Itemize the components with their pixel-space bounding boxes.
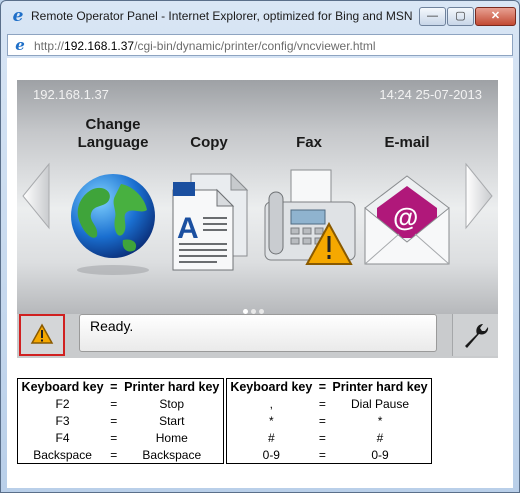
table-row: * = * [227, 413, 432, 430]
table-cell: = [110, 431, 118, 445]
scroll-left-arrow-icon[interactable] [21, 162, 51, 230]
table-row: , = Dial Pause [227, 396, 432, 413]
table-cell: Stop [159, 397, 185, 411]
status-message: Ready. [90, 318, 134, 334]
table-cell: Start [159, 414, 185, 428]
tile-email-label: E-mail [384, 134, 430, 151]
email-envelope-icon: @ [364, 175, 450, 265]
column-header: Printer hard key [332, 380, 428, 395]
table-cell: # [267, 431, 275, 445]
tile-copy[interactable]: Copy A [159, 116, 259, 286]
fax-machine-icon [264, 169, 356, 265]
address-path: /cgi-bin/dynamic/printer/config/vncviewe… [134, 39, 376, 53]
table-row: F3 = Start [18, 413, 224, 430]
table-cell: * [377, 414, 383, 428]
key-table-right: Keyboard key = Printer hard key , = Dial… [226, 378, 432, 464]
table-cell: 0-9 [262, 447, 280, 462]
operator-panel-screen: 192.168.1.37 14:24 25-07-2013 Change Lan… [17, 80, 498, 314]
table-cell: F2 [55, 397, 70, 411]
column-header: Keyboard key [230, 380, 313, 395]
table-cell: F3 [55, 414, 70, 428]
table-cell: * [268, 414, 274, 428]
column-header: Keyboard key [21, 380, 104, 395]
internet-explorer-icon: e [12, 6, 24, 26]
address-host: 192.168.1.37 [64, 39, 135, 53]
table-cell: = [110, 447, 118, 462]
globe-icon [71, 174, 155, 275]
key-table-left: Keyboard key = Printer hard key F2 = Sto… [17, 378, 224, 464]
table-header-row: Keyboard key = Printer hard key [227, 379, 432, 396]
panel-ip-address: 192.168.1.37 [33, 87, 109, 102]
table-cell: = [318, 414, 326, 428]
warning-triangle-icon [30, 323, 54, 344]
table-cell: , [269, 397, 273, 411]
scroll-right-arrow-icon[interactable] [464, 162, 494, 230]
wrench-icon [465, 324, 489, 348]
table-cell: 0-9 [371, 447, 389, 462]
table-cell: Dial Pause [351, 397, 410, 411]
table-row: 0-9 = 0-9 [227, 447, 432, 464]
column-header: = [318, 380, 326, 395]
tile-fax[interactable]: Fax [259, 116, 359, 286]
table-cell: # [376, 431, 384, 445]
table-cell: Backspace [33, 447, 92, 462]
alert-button[interactable] [19, 314, 65, 356]
table-cell: F4 [55, 431, 70, 445]
tile-copy-label: Copy [190, 134, 228, 151]
minimize-button[interactable]: — [419, 7, 446, 26]
internet-explorer-page-icon: e [15, 36, 25, 54]
page-content: 192.168.1.37 14:24 25-07-2013 Change Lan… [7, 58, 513, 488]
status-row: Ready. [17, 314, 498, 358]
status-message-box: Ready. [79, 314, 437, 352]
address-bar[interactable]: e http://192.168.1.37/cgi-bin/dynamic/pr… [7, 34, 513, 56]
table-row: F4 = Home [18, 430, 224, 447]
window-title: Remote Operator Panel - Internet Explore… [31, 9, 413, 23]
tile-fax-label: Fax [296, 134, 322, 151]
browser-window: e Remote Operator Panel - Internet Explo… [0, 0, 520, 493]
tile-change-language-label: Change Language [77, 116, 149, 151]
table-cell: = [318, 397, 326, 411]
settings-button[interactable] [452, 314, 498, 356]
table-cell: = [318, 431, 326, 445]
tile-email[interactable]: E-mail @ [357, 116, 457, 286]
table-row: # = # [227, 430, 432, 447]
table-row: F2 = Stop [18, 396, 224, 413]
title-bar[interactable]: e Remote Operator Panel - Internet Explo… [1, 1, 519, 33]
address-scheme: http:// [34, 39, 65, 53]
copy-document-icon: A [172, 172, 249, 271]
column-header: = [110, 380, 118, 395]
table-cell: Home [155, 431, 188, 445]
svg-text:@: @ [393, 202, 418, 232]
column-header: Printer hard key [124, 380, 220, 395]
panel-datetime: 14:24 25-07-2013 [379, 87, 482, 102]
maximize-button[interactable]: ▢ [447, 7, 474, 26]
table-header-row: Keyboard key = Printer hard key [18, 379, 224, 396]
table-cell: Backspace [142, 447, 202, 462]
page-indicator [243, 301, 273, 314]
table-cell: = [110, 397, 118, 411]
address-url: http://192.168.1.37/cgi-bin/dynamic/prin… [34, 39, 376, 53]
table-cell: = [110, 414, 118, 428]
tile-change-language[interactable]: Change Language [63, 116, 163, 286]
svg-text:A: A [177, 212, 199, 245]
table-row: Backspace = Backspace [18, 447, 224, 464]
close-button[interactable]: ✕ [475, 7, 516, 26]
table-cell: = [318, 447, 326, 462]
